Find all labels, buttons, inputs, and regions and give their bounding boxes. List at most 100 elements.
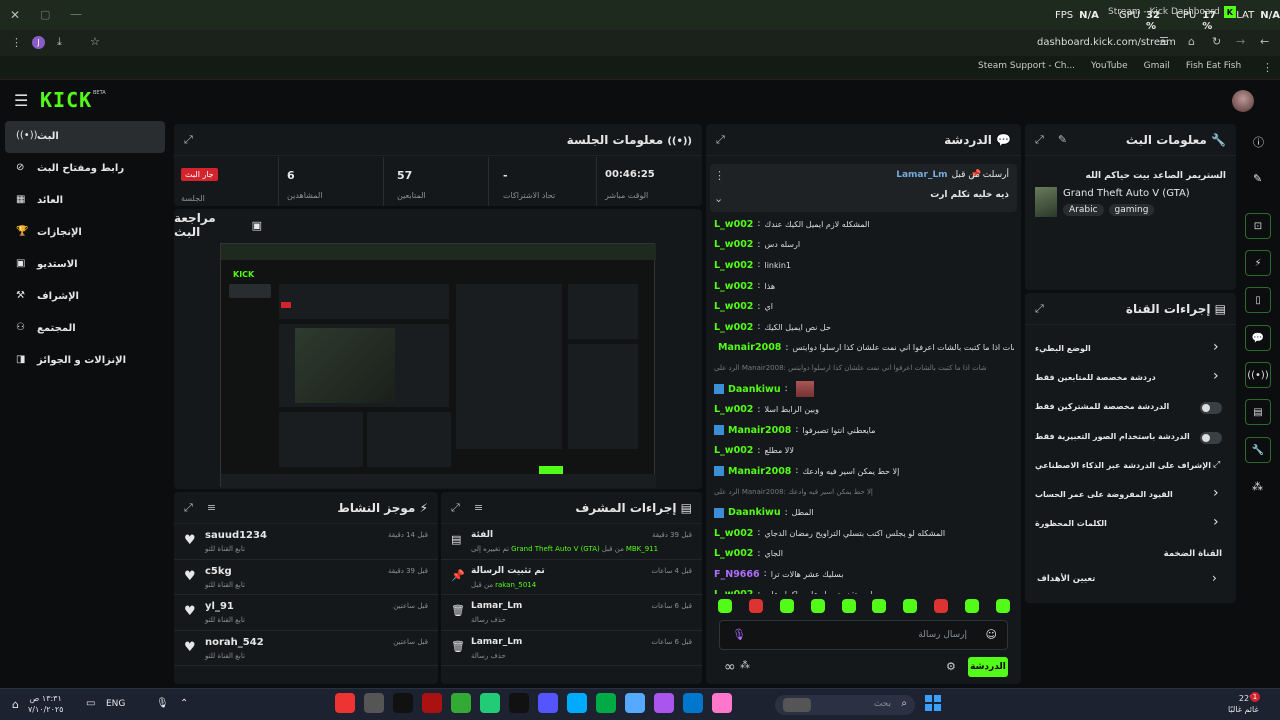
taskbar-app-teams-icon[interactable] (654, 693, 674, 713)
pinned-user[interactable]: Lamar_Lm (896, 170, 947, 180)
activity-username[interactable]: sauud1234 (205, 530, 267, 541)
clock[interactable]: ١٣:٣١ ص ٧/١٠/٢٠٢٥ (28, 693, 63, 715)
toggle-switch[interactable] (1200, 402, 1222, 415)
tray-chevron-icon[interactable]: ⌃ (180, 698, 188, 709)
rail-bolt-button[interactable]: ⚡ (1245, 250, 1271, 276)
info-icon[interactable]: ⓘ (1253, 134, 1264, 150)
reload-icon[interactable]: ↻ (1212, 35, 1221, 48)
infinity-icon[interactable]: ∞ (724, 659, 736, 675)
rail-chat-button[interactable]: 💬 (1245, 325, 1271, 351)
channel-action-row[interactable]: الإشراف على الدردشة عبر الذكاء الاصطناعي… (1025, 455, 1236, 479)
profile-avatar-icon[interactable]: J (32, 36, 45, 49)
toggle-switch[interactable] (1200, 431, 1222, 444)
taskbar-search[interactable]: بحث ⌕ (775, 695, 915, 715)
taskbar-app-discord-icon[interactable] (538, 693, 558, 713)
menu-dots-icon[interactable]: ⋮ (11, 36, 22, 49)
emote-icon[interactable] (965, 599, 979, 613)
activity-item[interactable]: ♥ norah_542 تابع القناة للتو قبل ساعتين (174, 631, 438, 666)
start-button[interactable] (925, 695, 941, 711)
emote-icon[interactable] (748, 599, 763, 613)
tune-icon[interactable]: ☰ (1159, 35, 1169, 48)
chat-username[interactable]: L_w002 (714, 322, 753, 333)
microphone-icon[interactable]: 🎙 (156, 698, 169, 709)
sidebar-item-studio[interactable]: ▣الاستديو⌄ (5, 249, 165, 281)
taskbar-app-files-icon[interactable] (625, 693, 645, 713)
chat-message[interactable]: Manair2008: مايعطني انتوا تصبرفوا (714, 420, 1014, 441)
edit-icon[interactable]: ✎ (1253, 172, 1262, 185)
channel-action-row[interactable]: دردشة مخصصة للمتابعين فقط › (1025, 367, 1236, 391)
bookmark-gmail[interactable]: Gmail (1144, 61, 1170, 71)
back-icon[interactable]: ← (1260, 35, 1269, 48)
expand-icon[interactable]: ⤢ (1035, 302, 1044, 316)
filter-icon[interactable]: ≡ (207, 501, 216, 515)
chat-message[interactable]: L_w002: المشكله لو يجلس اكتب بتسلي التراو… (714, 523, 1014, 544)
mod-action-item[interactable]: 📌 تم تثبيت الرسالة من قبل rakan_5014 قبل 4 … (441, 560, 702, 595)
channel-action-row[interactable]: القيود المفروضة على عمر الحساب › (1025, 484, 1236, 508)
chat-username[interactable]: L_w002 (714, 301, 753, 312)
share-icon[interactable]: ⁂ (740, 660, 750, 671)
mod-action-item[interactable]: 🗑 Lamar_Lm حذف رسالة قبل 6 ساعات (441, 631, 702, 666)
emote-icon[interactable] (718, 599, 732, 613)
emote-icon[interactable] (779, 599, 794, 613)
star-icon[interactable]: ☆ (90, 35, 100, 48)
apps-icon[interactable]: ⁂ (1252, 480, 1263, 493)
restore-icon[interactable]: ▢ (40, 8, 50, 21)
bookmark-youtube[interactable]: YouTube (1091, 61, 1128, 71)
channel-action-row[interactable]: الدردشة باستخدام الصور التعبيرية فقط (1025, 426, 1236, 450)
sidebar-item-moderation[interactable]: ⚒ الإشراف (5, 281, 165, 313)
chat-send-button[interactable]: الدردشة (968, 657, 1008, 677)
chat-message[interactable]: Daankiwu: المطل (714, 502, 1014, 523)
chat-username[interactable]: L_w002 (714, 281, 753, 292)
chat-username[interactable]: Manair2008 (718, 342, 781, 353)
emoji-icon[interactable]: ☺ (986, 628, 997, 641)
chat-username[interactable]: L_w002 (714, 404, 753, 415)
chat-username[interactable]: L_w002 (714, 445, 753, 456)
bookmark-fish[interactable]: Fish Eat Fish (1186, 61, 1241, 71)
url-text[interactable]: dashboard.kick.com/stream (1037, 37, 1176, 48)
taskbar-app-outlook-icon[interactable] (683, 693, 703, 713)
rail-doc-button[interactable]: ▯ (1245, 287, 1271, 313)
taskbar-app-brave-icon[interactable] (335, 693, 355, 713)
sidebar-item-revenue[interactable]: ▦ العائد (5, 185, 165, 217)
close-icon[interactable]: ✕ (10, 8, 20, 22)
chat-message[interactable]: Manair2008: إلا حط يمكن اسير فيه وادعك (714, 461, 1014, 482)
expand-icon[interactable]: ⤢ (716, 133, 725, 147)
forward-icon[interactable]: → (1236, 35, 1245, 48)
sidebar-item-community[interactable]: ⚇المجتمع⌄ (5, 313, 165, 345)
settings-gear-icon[interactable]: ⚙ (946, 660, 956, 673)
stream-preview-video[interactable]: KICK (220, 243, 656, 488)
home-icon[interactable]: ⌂ (1188, 35, 1195, 48)
chat-username[interactable]: Daankiwu (728, 384, 781, 395)
mod-desc-link[interactable]: MBK_911 (626, 545, 658, 553)
chat-username[interactable]: L_w002 (714, 260, 753, 271)
chat-message[interactable]: الرد على Manair2008: شات اذا ما كتبت بال… (714, 358, 1014, 379)
chat-message[interactable]: L_w002: وبين الرابط اسلا (714, 399, 1014, 420)
user-avatar[interactable] (1232, 90, 1254, 112)
chat-username[interactable]: L_w002 (714, 528, 753, 539)
activity-username[interactable]: norah_542 (205, 637, 264, 648)
set-goals-row[interactable]: › تعيين الأهداف (1025, 568, 1236, 590)
sidebar-item-stream[interactable]: ((•)) البث (5, 121, 165, 153)
emote-icon[interactable] (810, 599, 825, 613)
emote-icon[interactable] (903, 599, 918, 613)
chat-message[interactable]: L_w002: linkin1 (714, 255, 1014, 276)
chat-message[interactable]: الرد على Manair2008: إلا حط يمكن اسير في… (714, 482, 1014, 503)
activity-username[interactable]: yl_91 (205, 601, 234, 612)
taskbar-app-edge-icon[interactable] (567, 693, 587, 713)
chat-username[interactable]: L_w002 (714, 548, 753, 559)
chat-message[interactable]: Manair2008:شات اذا ما كتبت بالشات اعرفوا… (714, 338, 1014, 359)
emote-icon[interactable] (995, 599, 1010, 613)
activity-item[interactable]: ♥ c5kg تابع القناة للتو قبل 39 دقيقة (174, 560, 438, 595)
channel-action-row[interactable]: الوضع البطيء › (1025, 338, 1236, 362)
emote-icon[interactable] (934, 599, 949, 613)
chat-input[interactable]: 🎙 إرسال رسالة ☺ (719, 620, 1008, 650)
chat-message[interactable]: L_w002: هذا (714, 276, 1014, 297)
rail-live-button[interactable]: ((•)) (1245, 362, 1271, 388)
kick-logo[interactable]: KICK (40, 88, 92, 112)
chat-message[interactable]: F_N9666: بسليك عشر هالات ترا (714, 564, 1014, 585)
stream-category[interactable]: Grand Theft Auto V (GTA) (1063, 188, 1190, 199)
sidebar-item-stream-key[interactable]: ⊘ رابط ومفتاح البث (5, 153, 165, 185)
rail-clip-button[interactable]: ⊡ (1245, 213, 1271, 239)
rail-wrench-button[interactable]: 🔧 (1245, 437, 1271, 463)
chat-message[interactable]: L_w002: حل نص ايميل الكيك (714, 317, 1014, 338)
